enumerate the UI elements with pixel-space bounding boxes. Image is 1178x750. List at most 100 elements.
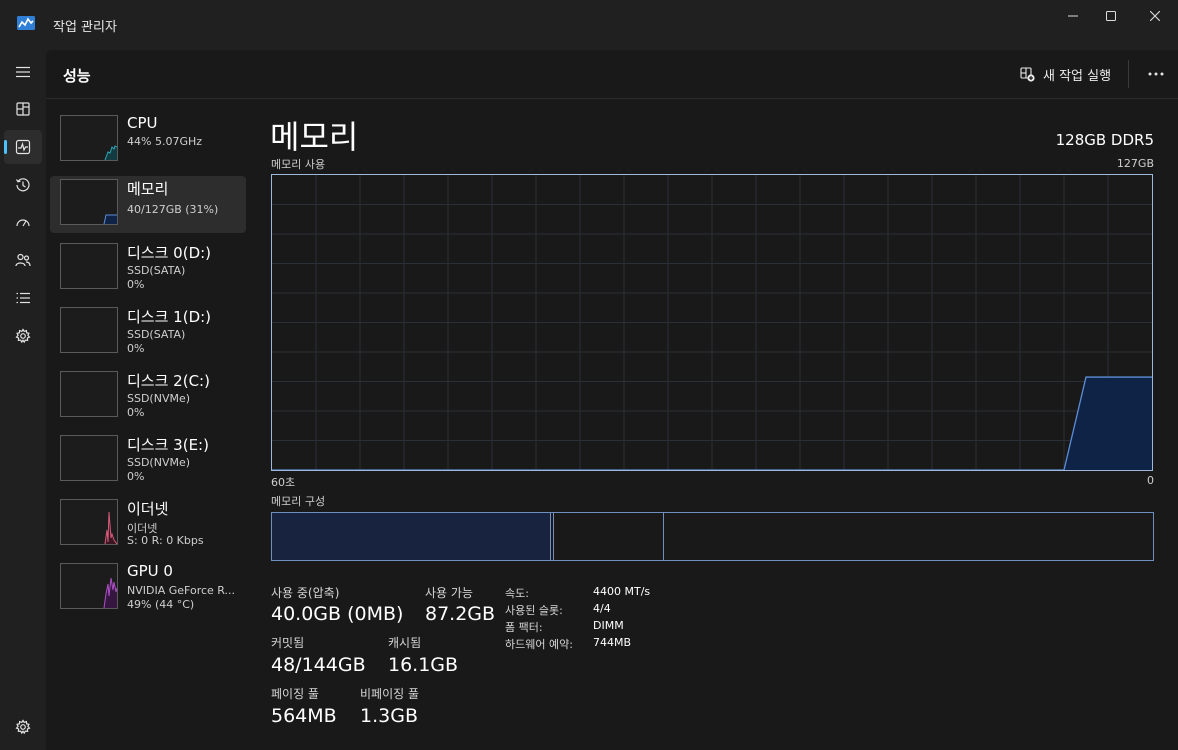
memory-thumbnail [60,179,118,225]
device-usage: S: 0 R: 0 Kbps [127,534,204,547]
memory-composition-label: 메모리 구성 [271,495,326,508]
paged-pool-value: 564MB [271,705,337,727]
maximize-button[interactable] [1088,0,1134,32]
device-title: 디스크 0(D:) [127,244,212,262]
app-title: 작업 관리자 [53,20,117,35]
cached-value: 16.1GB [388,654,459,676]
memory-usage-label: 메모리 사용 [271,158,326,171]
speed-key: 속도: [505,587,529,600]
users-icon [15,253,31,267]
device-item-memory[interactable]: 메모리 40/127GB (31%) [50,176,246,233]
hardware-reserved-value: 744MB [593,636,632,649]
committed-value: 48/144GB [271,654,366,676]
title-bar: 작업 관리자 [0,0,1178,50]
device-detail: SSD(SATA) [127,328,186,341]
nav-performance[interactable] [4,130,42,164]
close-button[interactable] [1132,0,1178,32]
cpu-thumbnail [60,115,118,161]
device-usage: 49% (44 °C) [127,598,195,611]
memory-title: 메모리 [270,118,359,156]
device-list: CPU 44% 5.07GHz 메모리 40/127GB (31%) 디스크 0… [50,112,246,624]
device-item-cpu[interactable]: CPU 44% 5.07GHz [50,112,246,169]
device-title: GPU 0 [127,562,173,580]
device-title: 이더넷 [127,500,169,518]
device-detail: 44% 5.07GHz [127,135,203,148]
device-detail: SSD(SATA) [127,264,186,277]
disk-0-thumbnail [60,243,118,289]
hamburger-icon [16,66,30,78]
device-detail: NVIDIA GeForce R... [127,584,236,597]
device-detail: SSD(NVMe) [127,392,191,405]
header-divider [1128,60,1129,88]
run-new-task-button[interactable]: 새 작업 실행 [1020,65,1111,84]
available-value: 87.2GB [425,603,496,625]
minimize-icon [1068,15,1078,17]
more-icon [1148,72,1164,76]
navigation-rail [0,50,46,750]
performance-icon [15,139,31,155]
gpu-thumbnail [60,563,118,609]
nav-users[interactable] [4,243,42,277]
nav-services[interactable] [4,319,42,353]
device-item-disk-0[interactable]: 디스크 0(D:) SSD(SATA) 0% [50,240,246,297]
app-history-icon [15,178,30,192]
nonpaged-pool-label: 비페이징 풀 [360,687,420,701]
run-new-task-label: 새 작업 실행 [1043,69,1112,84]
device-title: 디스크 2(C:) [127,372,210,390]
device-item-disk-1[interactable]: 디스크 1(D:) SSD(SATA) 0% [50,304,246,361]
device-detail: 40/127GB (31%) [127,203,219,216]
maximize-icon [1106,11,1116,21]
memory-usage-chart [272,175,1152,470]
page-header: 성능 새 작업 실행 [46,50,1178,99]
processes-icon [16,102,30,116]
disk-3-thumbnail [60,435,118,481]
form-factor-key: 폼 팩터: [505,621,543,634]
disk-2-thumbnail [60,371,118,417]
memory-spec: 128GB DDR5 [1055,131,1154,149]
time-axis-start: 60초 [271,476,296,489]
memory-usage-graph [271,174,1153,471]
cached-label: 캐시됨 [388,636,422,650]
in-use-label: 사용 중(압축) [271,586,340,600]
device-usage: 0% [127,470,145,483]
device-item-disk-3[interactable]: 디스크 3(E:) SSD(NVMe) 0% [50,432,246,489]
device-item-gpu-0[interactable]: GPU 0 NVIDIA GeForce R... 49% (44 °C) [50,560,246,617]
nav-details[interactable] [4,281,42,315]
new-task-icon [1020,67,1035,82]
committed-label: 커밋됨 [271,636,305,650]
ethernet-thumbnail [60,499,118,545]
nav-menu-button[interactable] [4,55,42,89]
nonpaged-pool-value: 1.3GB [360,705,418,727]
composition-standby [554,513,664,560]
paged-pool-label: 페이징 풀 [271,687,319,701]
device-item-ethernet[interactable]: 이더넷 이더넷 S: 0 R: 0 Kbps [50,496,246,553]
hardware-reserved-key: 하드웨어 예약: [505,638,573,651]
in-use-value: 40.0GB (0MB) [271,603,404,625]
startup-apps-icon [16,219,30,227]
page-title: 성능 [63,67,91,85]
task-manager-app-icon [17,15,35,30]
settings-button[interactable] [12,716,34,738]
slots-used-value: 4/4 [593,602,611,615]
composition-in-use [272,513,551,560]
close-icon [1150,11,1160,21]
gear-icon [15,719,31,735]
services-icon [15,328,31,344]
nav-app-history[interactable] [4,168,42,202]
details-icon [16,292,30,304]
composition-free [664,513,1153,560]
device-usage: 0% [127,278,145,291]
form-factor-value: DIMM [593,619,624,632]
device-usage: 0% [127,342,145,355]
memory-composition-bar [271,512,1154,561]
device-usage: 0% [127,406,145,419]
nav-startup-apps[interactable] [4,206,42,240]
device-title: 메모리 [127,180,169,198]
available-label: 사용 가능 [425,586,473,600]
more-options-button[interactable] [1142,60,1170,88]
device-item-disk-2[interactable]: 디스크 2(C:) SSD(NVMe) 0% [50,368,246,425]
slots-used-key: 사용된 슬롯: [505,604,563,617]
device-detail: SSD(NVMe) [127,456,191,469]
device-title: 디스크 1(D:) [127,308,212,326]
nav-processes[interactable] [4,92,42,126]
